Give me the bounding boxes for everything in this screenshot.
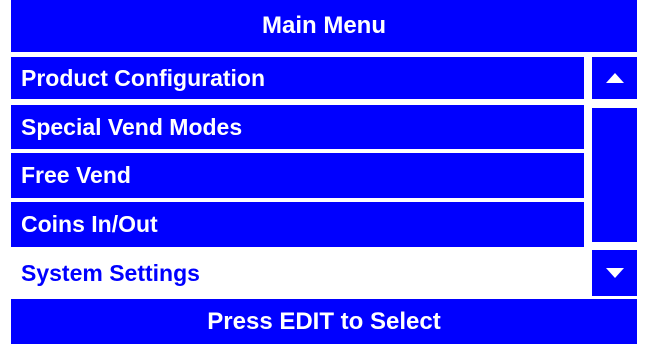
scroll-down-button[interactable] (592, 250, 637, 296)
menu-item-product-configuration[interactable]: Product Configuration (11, 57, 584, 99)
scrollbar-track[interactable] (592, 108, 637, 242)
menu-item-coins-in-out[interactable]: Coins In/Out (11, 202, 584, 247)
footer-instruction: Press EDIT to Select (11, 299, 637, 344)
menu-item-system-settings[interactable]: System Settings (11, 250, 584, 296)
scroll-up-button[interactable] (592, 57, 637, 99)
menu-item-free-vend[interactable]: Free Vend (11, 153, 584, 198)
menu-title: Main Menu (11, 0, 637, 52)
menu-item-special-vend-modes[interactable]: Special Vend Modes (11, 105, 584, 149)
vending-menu-screen: Main Menu Product Configuration Special … (0, 0, 649, 344)
triangle-up-icon (605, 73, 624, 83)
triangle-down-icon (605, 268, 624, 278)
